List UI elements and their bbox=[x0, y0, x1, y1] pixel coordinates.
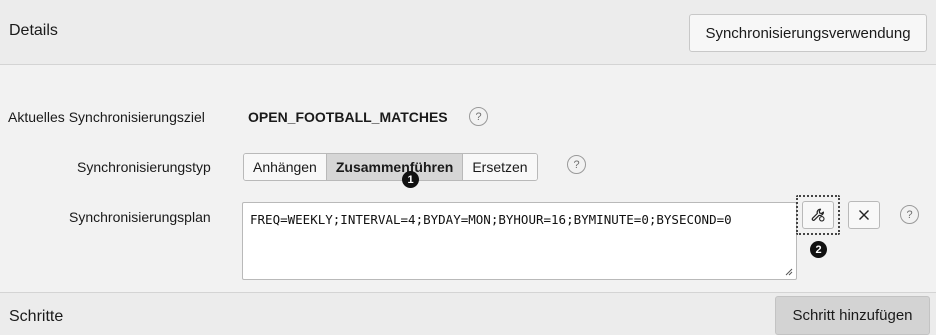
callout-badge-2: 2 bbox=[810, 241, 827, 258]
callout-badge-1: 1 bbox=[402, 171, 419, 188]
details-region-header: Details Synchronisierungsverwendung bbox=[0, 0, 936, 65]
steps-region-header: Schritte Schritt hinzufügen bbox=[0, 292, 936, 335]
sync-plan-label: Synchronisierungsplan bbox=[69, 209, 211, 225]
sync-type-option-merge[interactable]: Zusammenführen bbox=[326, 154, 464, 180]
sync-type-option-append[interactable]: Anhängen bbox=[244, 154, 327, 180]
schedule-builder-button[interactable] bbox=[802, 201, 834, 229]
sync-target-label: Aktuelles Synchronisierungsziel bbox=[8, 109, 205, 125]
sync-target-value: OPEN_FOOTBALL_MATCHES bbox=[248, 109, 448, 125]
wrench-icon bbox=[811, 208, 825, 222]
sync-usage-button[interactable]: Synchronisierungsverwendung bbox=[689, 14, 927, 52]
help-icon[interactable]: ? bbox=[469, 107, 488, 126]
steps-title: Schritte bbox=[9, 308, 64, 325]
sync-type-option-replace[interactable]: Ersetzen bbox=[463, 154, 537, 180]
help-icon[interactable]: ? bbox=[900, 205, 919, 224]
help-icon[interactable]: ? bbox=[567, 155, 586, 174]
sync-type-segmented-control: Anhängen Zusammenführen Ersetzen bbox=[243, 153, 538, 181]
resize-handle-icon[interactable] bbox=[785, 268, 793, 276]
close-icon bbox=[859, 210, 869, 220]
details-title: Details bbox=[9, 22, 58, 39]
sync-type-label: Synchronisierungstyp bbox=[77, 159, 211, 175]
sync-plan-value: FREQ=WEEKLY;INTERVAL=4;BYDAY=MON;BYHOUR=… bbox=[250, 212, 732, 227]
clear-button[interactable] bbox=[848, 201, 880, 229]
sync-plan-textarea[interactable]: FREQ=WEEKLY;INTERVAL=4;BYDAY=MON;BYHOUR=… bbox=[242, 202, 797, 280]
add-step-button[interactable]: Schritt hinzufügen bbox=[775, 296, 930, 335]
